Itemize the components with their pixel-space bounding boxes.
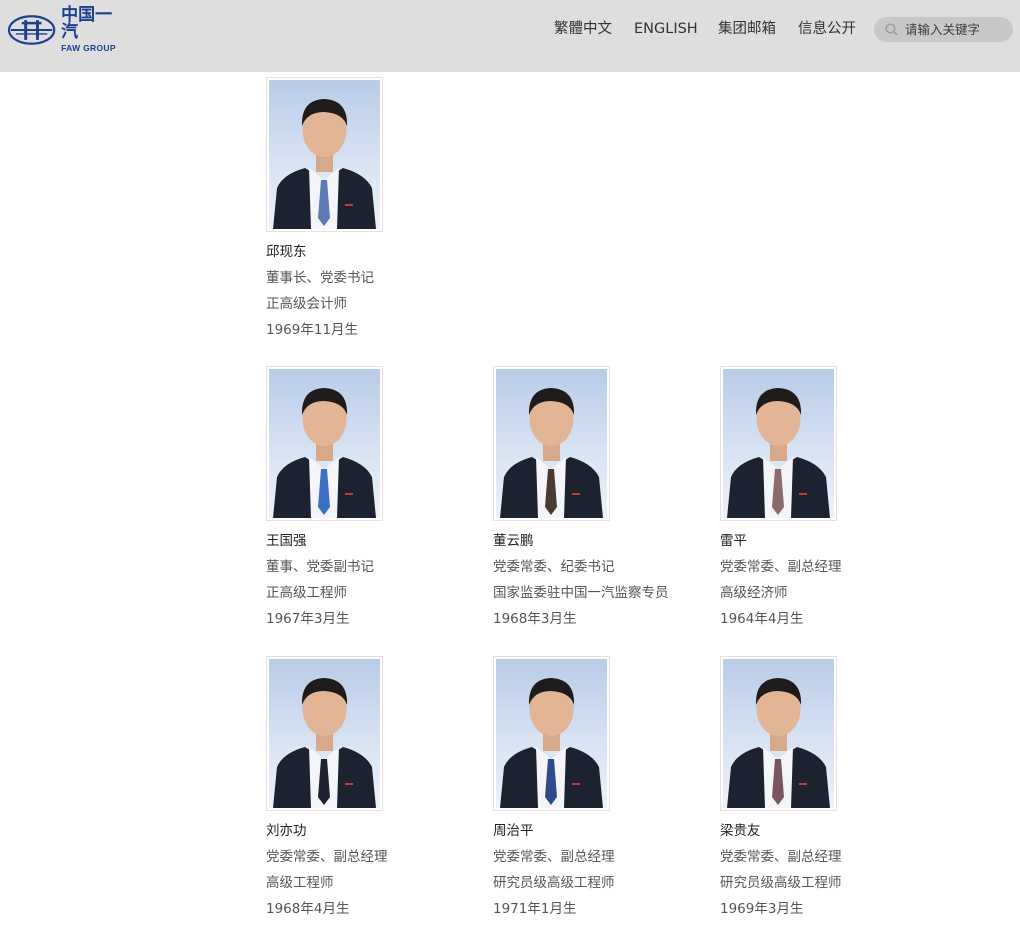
portrait-image [727, 678, 830, 808]
leader-title: 董事、党委副书记 [266, 559, 374, 575]
leader-title: 党委常委、副总经理 [493, 849, 615, 865]
leader-qualification: 正高级会计师 [266, 296, 347, 312]
faw-emblem-icon [8, 15, 56, 45]
leader-qualification: 国家监委驻中国一汽监察专员 [493, 585, 669, 601]
leader-name: 董云鹏 [493, 533, 534, 549]
leader-name: 刘亦功 [266, 823, 307, 839]
leader-name: 王国强 [266, 533, 307, 549]
leader-card: 邱现东 董事长、党委书记 正高级会计师 1969年11月生 [266, 77, 466, 338]
leader-title: 党委常委、副总经理 [266, 849, 388, 865]
nav-english[interactable]: ENGLISH [634, 19, 698, 39]
leader-title: 董事长、党委书记 [266, 270, 374, 286]
leader-qualification: 高级经济师 [720, 585, 788, 601]
portrait-image [727, 388, 830, 518]
search-box[interactable] [874, 17, 1013, 42]
leader-name: 雷平 [720, 533, 747, 549]
portrait-image [273, 388, 376, 518]
leader-title: 党委常委、副总经理 [720, 849, 842, 865]
leader-card: 刘亦功 党委常委、副总经理 高级工程师 1968年4月生 [266, 656, 466, 917]
leader-card: 王国强 董事、党委副书记 正高级工程师 1967年3月生 [266, 366, 466, 627]
leader-birth: 1968年4月生 [266, 901, 350, 917]
leader-name: 周治平 [493, 823, 534, 839]
faw-logo[interactable]: 中国一汽 FAW GROUP [8, 7, 128, 52]
leader-card: 董云鹏 党委常委、纪委书记 国家监委驻中国一汽监察专员 1968年3月生 [493, 366, 693, 627]
logo-text: 中国一汽 FAW GROUP [61, 7, 128, 53]
portrait-image [273, 99, 376, 229]
leader-name: 邱现东 [266, 244, 307, 260]
leader-qualification: 高级工程师 [266, 875, 334, 891]
leader-qualification: 研究员级高级工程师 [493, 875, 615, 891]
portrait-image [500, 388, 603, 518]
logo-english: FAW GROUP [61, 43, 116, 54]
leader-birth: 1964年4月生 [720, 611, 804, 627]
leader-birth: 1967年3月生 [266, 611, 350, 627]
portrait-image [500, 678, 603, 808]
leader-photo[interactable] [266, 366, 383, 521]
leader-qualification: 正高级工程师 [266, 585, 347, 601]
site-header: 中国一汽 FAW GROUP 繁體中文 ENGLISH 集团邮箱 信息公开 [0, 0, 1020, 72]
leader-birth: 1971年1月生 [493, 901, 577, 917]
nav-traditional-chinese[interactable]: 繁體中文 [554, 19, 612, 39]
leader-birth: 1968年3月生 [493, 611, 577, 627]
leader-title: 党委常委、副总经理 [720, 559, 842, 575]
leader-photo[interactable] [720, 656, 837, 811]
search-input[interactable] [905, 19, 1005, 40]
nav-info-disclosure[interactable]: 信息公开 [798, 19, 856, 39]
leader-card: 雷平 党委常委、副总经理 高级经济师 1964年4月生 [720, 366, 920, 627]
leader-photo[interactable] [720, 366, 837, 521]
leader-qualification: 研究员级高级工程师 [720, 875, 842, 891]
leader-name: 梁贵友 [720, 823, 761, 839]
portrait-image [273, 678, 376, 808]
leader-birth: 1969年11月生 [266, 322, 359, 338]
leader-photo[interactable] [493, 366, 610, 521]
leader-photo[interactable] [266, 77, 383, 232]
leader-title: 党委常委、纪委书记 [493, 559, 615, 575]
leader-birth: 1969年3月生 [720, 901, 804, 917]
nav-group-mail[interactable]: 集团邮箱 [718, 19, 776, 39]
search-icon[interactable] [885, 23, 898, 36]
leader-card: 周治平 党委常委、副总经理 研究员级高级工程师 1971年1月生 [493, 656, 693, 917]
leader-card: 梁贵友 党委常委、副总经理 研究员级高级工程师 1969年3月生 [720, 656, 920, 917]
leader-photo[interactable] [493, 656, 610, 811]
leader-photo[interactable] [266, 656, 383, 811]
logo-chinese: 中国一汽 [61, 5, 113, 43]
